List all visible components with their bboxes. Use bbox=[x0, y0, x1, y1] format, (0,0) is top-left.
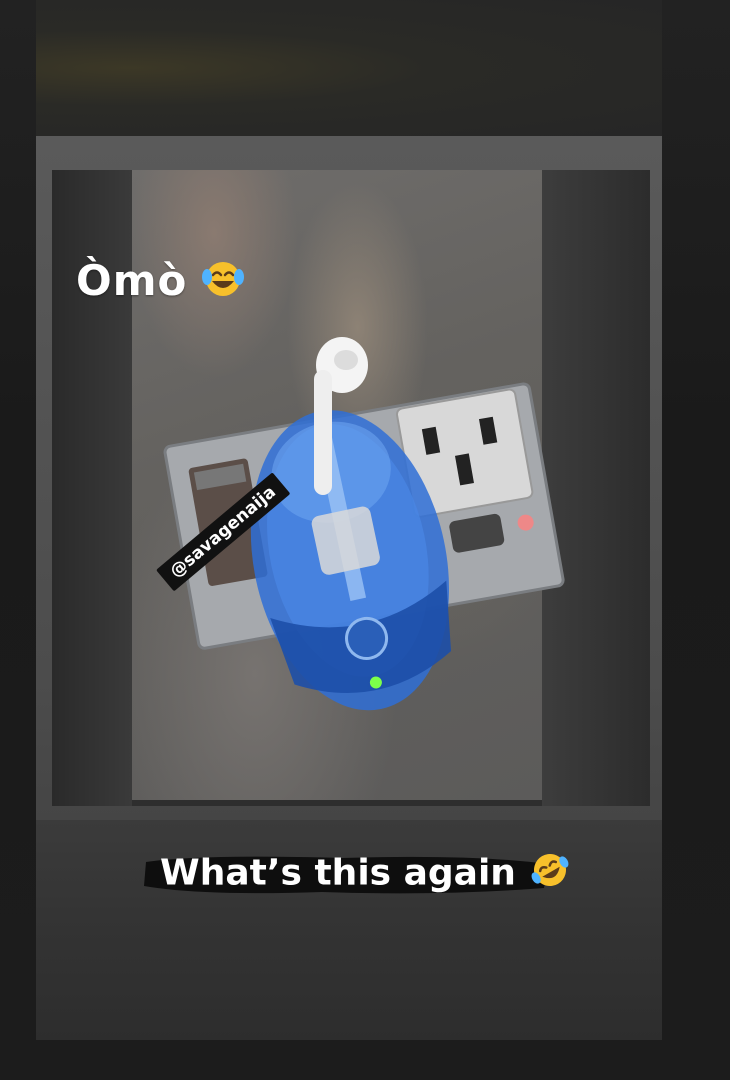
bottom-caption-text: What’s this again bbox=[160, 852, 516, 894]
face-with-tears-of-joy-icon bbox=[201, 259, 245, 309]
bottom-caption-line: What’s this again bbox=[148, 846, 582, 903]
story-screen: Òmò @savagenaija What’s this again bbox=[0, 0, 730, 1080]
top-caption: Òmò bbox=[76, 256, 245, 309]
top-caption-text: Òmò bbox=[76, 256, 188, 305]
bottom-caption: What’s this again bbox=[144, 846, 582, 903]
blurred-background-top bbox=[36, 0, 662, 136]
video-frame[interactable]: Òmò @savagenaija bbox=[52, 170, 650, 806]
rolling-on-the-floor-laughing-icon bbox=[530, 850, 570, 899]
